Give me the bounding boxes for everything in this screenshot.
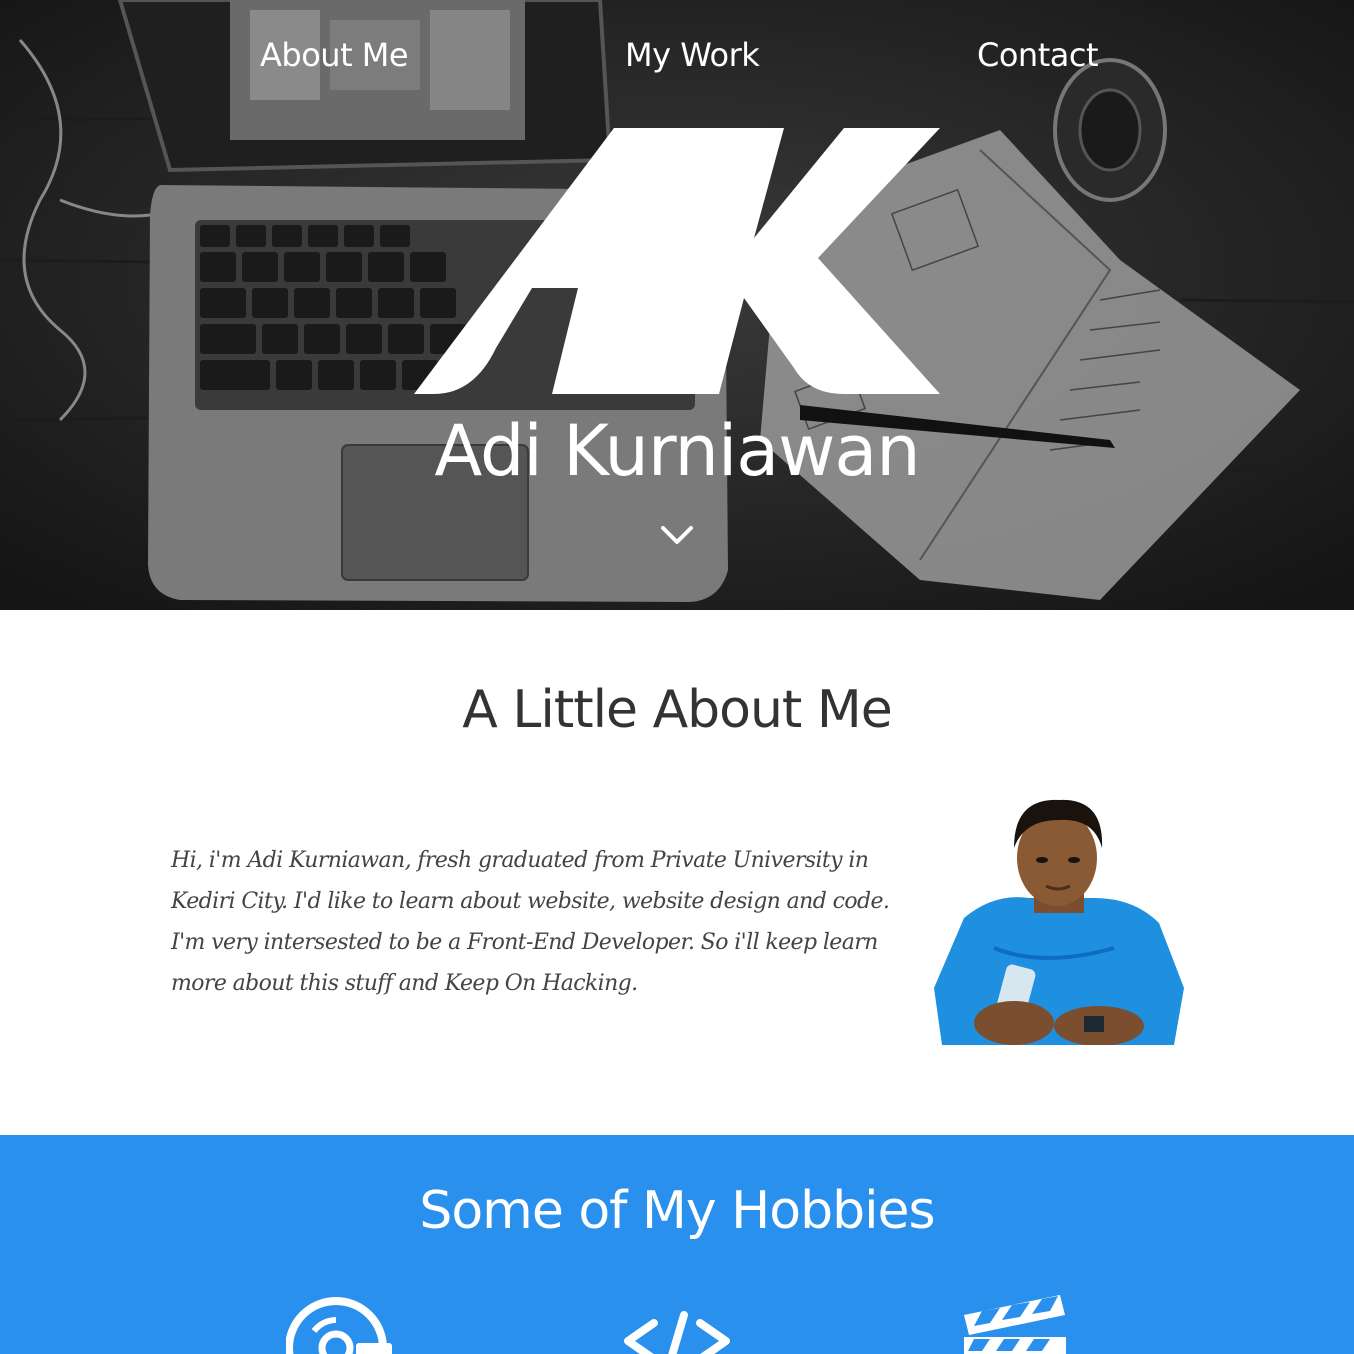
hobbies-section: Some of My Hobbies (0, 1135, 1354, 1354)
profile-photo (934, 799, 1184, 1045)
code-icon (624, 1311, 730, 1354)
about-paragraph: Hi, i'm Adi Kurniawan, fresh graduated f… (171, 848, 890, 996)
about-section: A Little About Me Hi, i'm Adi Kurniawan,… (0, 610, 1354, 1135)
chevron-down-icon[interactable] (660, 522, 694, 548)
ak-logo (414, 128, 940, 394)
hero-section: About Me My Work Contact Adi Kurniawan (0, 0, 1354, 610)
hobbies-title: Some of My Hobbies (419, 1181, 935, 1241)
film-clapper-icon (964, 1295, 1066, 1354)
nav-my-work[interactable]: My Work (625, 36, 760, 74)
about-title: A Little About Me (462, 680, 892, 740)
nav-contact[interactable]: Contact (977, 36, 1099, 74)
music-disc-icon (286, 1297, 392, 1354)
top-nav: About Me My Work Contact (0, 36, 1354, 86)
nav-about-me[interactable]: About Me (260, 36, 409, 74)
hero-name: Adi Kurniawan (434, 410, 920, 492)
